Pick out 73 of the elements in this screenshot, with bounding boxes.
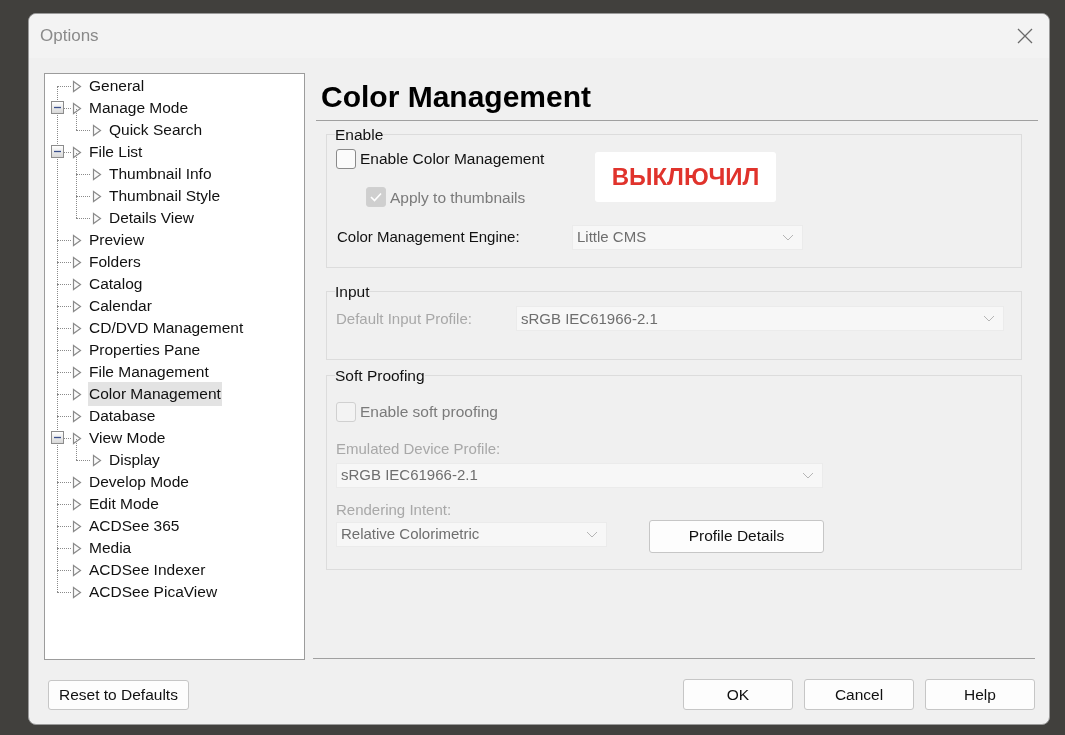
tree-item[interactable]: Color Management: [88, 382, 222, 406]
expand-toggle[interactable]: [51, 431, 64, 444]
tree-item[interactable]: ACDSee 365: [88, 514, 181, 538]
reset-button[interactable]: Reset to Defaults: [48, 680, 189, 710]
triangle-icon: [72, 497, 82, 511]
tree-item[interactable]: File List: [88, 140, 144, 164]
expand-toggle[interactable]: [51, 101, 64, 114]
triangle-icon: [72, 585, 82, 599]
tree-item[interactable]: Develop Mode: [88, 470, 190, 494]
chevron-down-icon: [586, 530, 598, 538]
triangle-icon: [72, 365, 82, 379]
triangle-icon: [72, 541, 82, 555]
tree-item[interactable]: View Mode: [88, 426, 167, 450]
tree-item[interactable]: ACDSee PicaView: [88, 580, 219, 604]
close-icon[interactable]: [1017, 28, 1033, 44]
chevron-down-icon: [983, 315, 995, 323]
triangle-icon: [72, 343, 82, 357]
tree-item[interactable]: Folders: [88, 250, 142, 274]
triangle-icon: [92, 167, 102, 181]
triangle-icon: [72, 387, 82, 401]
tree-item[interactable]: Manage Mode: [88, 96, 190, 120]
tree-item[interactable]: CD/DVD Management: [88, 316, 245, 340]
triangle-icon: [72, 563, 82, 577]
triangle-icon: [72, 321, 82, 335]
tree-item[interactable]: File Management: [88, 360, 210, 384]
field-label: Emulated Device Profile:: [336, 439, 501, 457]
chevron-down-icon: [802, 471, 814, 479]
tree-item[interactable]: Catalog: [88, 272, 144, 296]
tree-item[interactable]: General: [88, 74, 146, 98]
triangle-icon: [72, 519, 82, 533]
tree-item[interactable]: Preview: [88, 228, 146, 252]
tree-item[interactable]: Thumbnail Style: [108, 184, 222, 208]
field-label: Rendering Intent:: [336, 500, 452, 518]
triangle-icon: [72, 475, 82, 489]
window-title: Options: [40, 25, 99, 48]
checkmark-icon: [370, 192, 382, 203]
field-label: Color Management Engine:: [337, 228, 520, 246]
tree-item[interactable]: Calendar: [88, 294, 153, 318]
dialog-button[interactable]: Help: [925, 679, 1035, 710]
triangle-icon: [72, 79, 82, 93]
expand-toggle[interactable]: [51, 145, 64, 158]
group-title: Soft Proofing: [335, 366, 425, 386]
triangle-icon: [92, 123, 102, 137]
tree-item[interactable]: Database: [88, 404, 157, 428]
tree-item[interactable]: Display: [108, 448, 161, 472]
dialog-button[interactable]: Cancel: [804, 679, 914, 710]
annotation-label: ВЫКЛЮЧИЛ: [595, 152, 776, 203]
chevron-down-icon: [782, 233, 794, 241]
triangle-icon: [92, 211, 102, 225]
triangle-icon: [72, 277, 82, 291]
triangle-icon: [92, 189, 102, 203]
triangle-icon: [72, 299, 82, 313]
field-label: Default Input Profile:: [336, 309, 472, 327]
page-title: Color Management: [321, 79, 592, 115]
checkbox-label: Apply to thumbnails: [390, 187, 526, 208]
tree-item[interactable]: Thumbnail Info: [108, 162, 213, 186]
checkbox-label: Enable soft proofing: [360, 402, 498, 423]
triangle-icon: [72, 255, 82, 269]
checkbox[interactable]: [336, 148, 356, 169]
tree-item[interactable]: ACDSee Indexer: [88, 558, 207, 582]
tree-item[interactable]: Edit Mode: [88, 492, 160, 516]
triangle-icon: [92, 453, 102, 467]
group-title: Input: [335, 282, 370, 302]
profile-details-button[interactable]: Profile Details: [649, 519, 824, 553]
tree-item[interactable]: Media: [88, 536, 133, 560]
tree-item[interactable]: Details View: [108, 206, 195, 230]
group-title: Enable: [335, 125, 384, 145]
triangle-icon: [72, 409, 82, 423]
checkbox-label: Enable Color Management: [360, 149, 545, 170]
tree-item[interactable]: Quick Search: [108, 118, 204, 142]
triangle-icon: [72, 233, 82, 247]
tree-item[interactable]: Properties Pane: [88, 338, 202, 362]
dialog-button[interactable]: OK: [683, 679, 793, 710]
